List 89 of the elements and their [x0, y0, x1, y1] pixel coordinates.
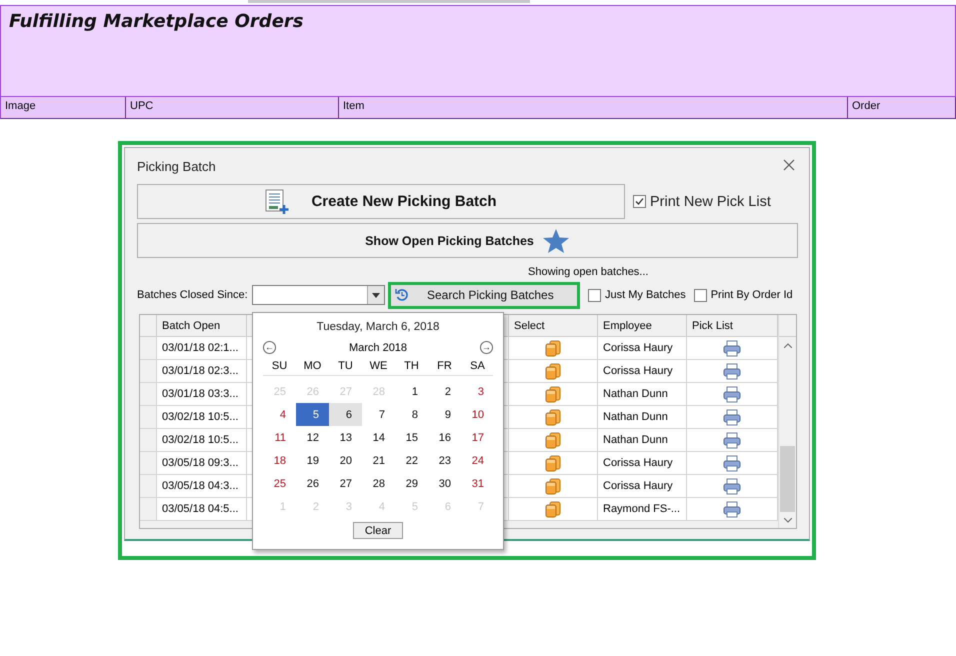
- printer-icon[interactable]: [723, 454, 741, 472]
- boxes-icon[interactable]: [545, 386, 561, 402]
- printer-icon[interactable]: [723, 432, 741, 448]
- scrollbar[interactable]: [778, 315, 796, 528]
- checkbox-label: Print New Pick List: [650, 194, 771, 210]
- column-header[interactable]: Order: [848, 97, 956, 118]
- weekday-label: TH: [403, 360, 420, 372]
- weekday-label: FR: [436, 360, 453, 372]
- calendar-day[interactable]: 25: [263, 472, 296, 495]
- calendar-day[interactable]: 2: [428, 380, 461, 403]
- boxes-icon[interactable]: [545, 340, 561, 356]
- boxes-icon[interactable]: [545, 478, 561, 494]
- printer-icon[interactable]: [723, 478, 741, 494]
- page-title: Fulfilling Marketplace Orders: [9, 11, 304, 32]
- table-cell: Raymond FS-...: [598, 498, 687, 521]
- checkbox-label: Just My Batches: [605, 289, 686, 301]
- dialog-title: Picking Batch: [137, 158, 216, 174]
- calendar-day[interactable]: 15: [395, 426, 428, 449]
- calendar-day[interactable]: 22: [395, 449, 428, 472]
- calendar-day[interactable]: 18: [263, 449, 296, 472]
- star-icon: [542, 228, 570, 254]
- checkbox[interactable]: [694, 288, 707, 302]
- checkbox[interactable]: [588, 288, 601, 302]
- field-label: Batches Closed Since:: [137, 289, 249, 301]
- printer-icon[interactable]: [723, 362, 741, 380]
- weekday-label: SU: [270, 360, 288, 372]
- column-header[interactable]: Item: [339, 97, 848, 118]
- calendar-day[interactable]: 26: [296, 472, 329, 495]
- scroll-down-icon[interactable]: [784, 518, 792, 522]
- calendar-day[interactable]: 29: [395, 472, 428, 495]
- history-icon: [395, 288, 409, 302]
- column-header[interactable]: Image: [1, 97, 126, 118]
- column-header[interactable]: Employee: [598, 315, 687, 336]
- weekday-label: TU: [337, 360, 354, 372]
- calendar-day[interactable]: 9: [428, 403, 461, 426]
- calendar-day[interactable]: 20: [329, 449, 362, 472]
- boxes-icon[interactable]: [545, 362, 561, 380]
- next-month-button[interactable]: →: [480, 341, 493, 354]
- calendar-day[interactable]: 27: [329, 472, 362, 495]
- boxes-icon[interactable]: [545, 454, 561, 472]
- calendar-day[interactable]: 24: [461, 449, 494, 472]
- dropdown-arrow-icon[interactable]: [372, 292, 380, 298]
- calendar-day[interactable]: 23: [428, 449, 461, 472]
- calendar-day[interactable]: 12: [296, 426, 329, 449]
- calendar-day[interactable]: 5: [296, 403, 329, 426]
- printer-icon[interactable]: [723, 500, 741, 518]
- calendar-day[interactable]: 21: [362, 449, 395, 472]
- printer-icon[interactable]: [723, 408, 741, 426]
- date-field[interactable]: [252, 285, 385, 305]
- calendar-day[interactable]: 7: [362, 403, 395, 426]
- calendar-day[interactable]: 8: [395, 403, 428, 426]
- calendar-today[interactable]: Tuesday, March 6, 2018: [263, 321, 493, 333]
- table-cell: 03/05/18 04:5...: [157, 498, 247, 521]
- calendar-day[interactable]: 30: [428, 472, 461, 495]
- calendar-day[interactable]: 31: [461, 472, 494, 495]
- calendar-day[interactable]: 6: [329, 403, 362, 426]
- weekday-label: WE: [368, 360, 388, 372]
- calendar-day[interactable]: 17: [461, 426, 494, 449]
- checkbox[interactable]: [633, 195, 646, 208]
- weekday-label: MO: [302, 360, 322, 372]
- weekday-label: SA: [469, 360, 486, 372]
- create-batch-button[interactable]: Create New Picking Batch: [137, 184, 625, 219]
- document-add-icon: [265, 188, 290, 214]
- boxes-icon[interactable]: [545, 500, 561, 518]
- calendar-day[interactable]: 3: [461, 380, 494, 403]
- checkbox-label: Print By Order Id: [710, 289, 793, 301]
- calendar-day[interactable]: 14: [362, 426, 395, 449]
- boxes-icon[interactable]: [545, 408, 561, 426]
- calendar-day[interactable]: 4: [263, 403, 296, 426]
- printer-icon[interactable]: [723, 386, 741, 402]
- column-header[interactable]: Batch Open: [157, 315, 247, 336]
- printer-icon[interactable]: [723, 340, 741, 356]
- calendar-day[interactable]: 28: [362, 472, 395, 495]
- calendar-day[interactable]: 1: [395, 380, 428, 403]
- clear-button[interactable]: Clear: [353, 522, 403, 539]
- scroll-up-icon[interactable]: [784, 342, 792, 348]
- calendar-day[interactable]: 10: [461, 403, 494, 426]
- column-header[interactable]: Select: [509, 315, 598, 336]
- calendar-day[interactable]: 19: [296, 449, 329, 472]
- status-text: Showing open batches...: [528, 266, 650, 280]
- prev-month-button[interactable]: ←: [263, 341, 276, 354]
- calendar-day[interactable]: 13: [329, 426, 362, 449]
- boxes-icon[interactable]: [545, 432, 561, 448]
- calendar-day[interactable]: 11: [263, 426, 296, 449]
- column-header[interactable]: UPC: [126, 97, 339, 118]
- search-batches-button[interactable]: Search Picking Batches: [388, 282, 580, 308]
- calendar-day[interactable]: 16: [428, 426, 461, 449]
- show-open-batches-button[interactable]: Show Open Picking Batches: [137, 223, 798, 258]
- month-title[interactable]: March 2018: [348, 342, 408, 354]
